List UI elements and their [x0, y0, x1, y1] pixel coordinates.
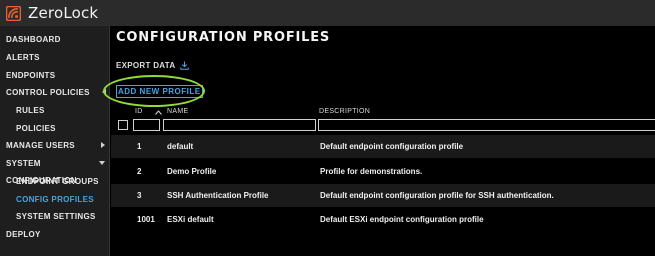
cell-description: Default endpoint configuration profile [320, 142, 464, 151]
cell-description: Profile for demonstrations. [320, 167, 423, 176]
zerolock-logo-icon [6, 5, 21, 21]
sidebar-item-label: DEPLOY [6, 230, 41, 239]
export-data-label: EXPORT DATA [116, 61, 176, 70]
column-header-name[interactable]: NAME [167, 108, 188, 115]
caret-left-icon [102, 89, 106, 95]
cell-id: 3 [137, 191, 142, 200]
sort-ascending-icon[interactable] [155, 110, 162, 115]
cell-name: SSH Authentication Profile [167, 191, 269, 200]
sidebar-item-policies[interactable]: POLICIES [0, 120, 110, 137]
page-title: CONFIGURATION PROFILES [116, 30, 331, 45]
column-header-description[interactable]: DESCRIPTION [319, 108, 370, 115]
sidebar-item-label: MANAGE USERS [6, 141, 75, 150]
sidebar-item-alerts[interactable]: ALERTS [0, 49, 110, 66]
cell-name: Demo Profile [167, 167, 217, 176]
table-row[interactable]: 1001 ESXi default Default ESXi endpoint … [111, 208, 655, 231]
cell-description: Default endpoint configuration profile f… [320, 191, 554, 200]
sidebar-item-label: DASHBOARD [6, 35, 61, 44]
sidebar-item-system-configuration[interactable]: SYSTEM CONFIGURATION [0, 155, 110, 185]
sidebar-item-manage-users[interactable]: MANAGE USERS [0, 137, 110, 154]
caret-down-icon [99, 161, 105, 165]
select-all-checkbox[interactable] [118, 120, 128, 130]
sidebar-item-label: ENDPOINT GROUPS [16, 177, 99, 186]
id-filter-input[interactable] [133, 119, 160, 131]
sidebar-item-label: ENDPOINTS [6, 71, 56, 80]
caret-right-icon [101, 142, 105, 148]
sidebar: DASHBOARD ALERTS ENDPOINTS CONTROL POLIC… [0, 26, 110, 256]
sidebar-item-label: POLICIES [16, 124, 56, 133]
app-name: ZeroLock [28, 4, 99, 22]
add-new-profile-button[interactable]: ADD NEW PROFILE [116, 85, 203, 98]
sidebar-item-endpoint-groups[interactable]: ENDPOINT GROUPS [0, 173, 110, 190]
sidebar-item-rules[interactable]: RULES [0, 102, 110, 119]
export-data-button[interactable]: EXPORT DATA [116, 61, 190, 70]
logo[interactable]: ZeroLock [6, 4, 98, 22]
cell-id: 2 [137, 167, 142, 176]
sidebar-item-label: CONFIG PROFILES [16, 195, 94, 204]
cell-name: default [167, 142, 194, 151]
sidebar-item-config-profiles[interactable]: CONFIG PROFILES [0, 191, 110, 208]
sidebar-item-control-policies[interactable]: CONTROL POLICIES [0, 84, 110, 101]
sidebar-item-label: CONTROL POLICIES [6, 88, 90, 97]
cell-id: 1001 [137, 215, 155, 224]
sidebar-item-system-settings[interactable]: SYSTEM SETTINGS [0, 208, 110, 225]
sidebar-item-label: SYSTEM SETTINGS [16, 212, 96, 221]
description-filter-input[interactable] [318, 119, 655, 131]
cell-id: 1 [137, 142, 142, 151]
main-content: CONFIGURATION PROFILES EXPORT DATA ADD N… [111, 26, 655, 256]
column-header-id[interactable]: ID [135, 108, 143, 115]
cell-description: Default ESXi endpoint configuration prof… [320, 215, 484, 224]
sidebar-item-deploy[interactable]: DEPLOY [0, 226, 110, 243]
sidebar-item-label: RULES [16, 106, 45, 115]
top-bar: ZeroLock [0, 0, 655, 26]
table-row[interactable]: 1 default Default endpoint configuration… [111, 135, 655, 158]
name-filter-input[interactable] [163, 119, 316, 131]
sidebar-item-dashboard[interactable]: DASHBOARD [0, 31, 110, 48]
sidebar-item-label: ALERTS [6, 53, 40, 62]
download-icon [180, 61, 190, 70]
sidebar-item-endpoints[interactable]: ENDPOINTS [0, 67, 110, 84]
table-row[interactable]: 2 Demo Profile Profile for demonstration… [111, 160, 655, 183]
table-row[interactable]: 3 SSH Authentication Profile Default end… [111, 184, 655, 207]
cell-name: ESXi default [167, 215, 214, 224]
